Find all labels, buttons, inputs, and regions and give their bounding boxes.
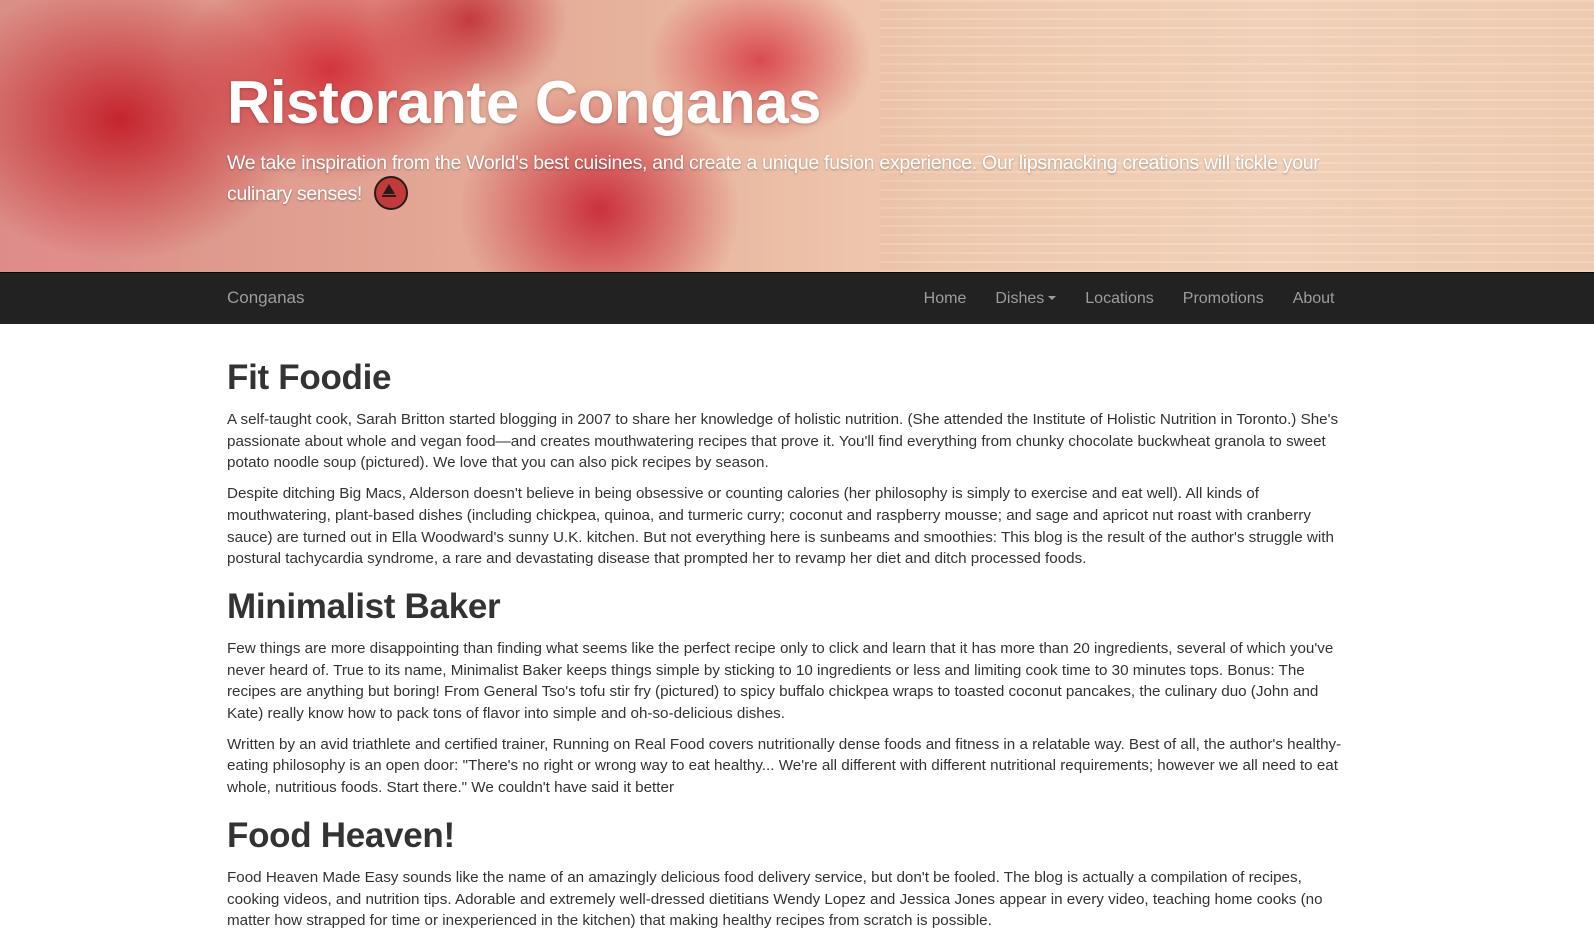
section-paragraph: Despite ditching Big Macs, Alderson does…	[227, 485, 1334, 568]
nav-item-home[interactable]: Home	[909, 290, 981, 308]
main-content: Fit Foodie A self-taught cook, Sarah Bri…	[227, 355, 1352, 946]
navbar-brand[interactable]: Conganas	[227, 288, 305, 308]
section-fit-foodie: Fit Foodie A self-taught cook, Sarah Bri…	[227, 355, 1352, 570]
hero-content: Ristorante Conganas We take inspiration …	[227, 64, 1357, 212]
section-paragraph: Written by an avid triathlete and certif…	[227, 735, 1342, 797]
section-heading: Food Heaven!	[227, 815, 455, 855]
nav-item-locations[interactable]: Locations	[1071, 290, 1169, 308]
nav-links: Home Dishes Locations Promotions About	[909, 273, 1349, 324]
main-navbar: Conganas Home Dishes Locations Promotion…	[0, 272, 1594, 324]
nav-item-about[interactable]: About	[1278, 290, 1349, 308]
restaurant-logo-icon	[374, 176, 409, 210]
section-heading: Minimalist Baker	[227, 586, 501, 626]
nav-item-dishes[interactable]: Dishes	[981, 290, 1071, 308]
hero-jumbotron: Ristorante Conganas We take inspiration …	[0, 0, 1594, 272]
site-title: Ristorante Conganas	[227, 69, 821, 136]
caret-down-icon	[1048, 296, 1057, 301]
section-food-heaven: Food Heaven! Food Heaven Made Easy sound…	[227, 813, 1352, 932]
nav-item-promotions[interactable]: Promotions	[1168, 290, 1278, 308]
section-minimalist-baker: Minimalist Baker Few things are more dis…	[227, 584, 1352, 799]
nav-item-dishes-label: Dishes	[995, 289, 1045, 307]
section-paragraph: A self-taught cook, Sarah Britton starte…	[227, 411, 1339, 472]
section-heading: Fit Foodie	[227, 358, 392, 397]
site-tagline: We take inspiration from the World's bes…	[227, 148, 1357, 212]
section-paragraph: Food Heaven Made Easy sounds like the na…	[227, 868, 1323, 930]
section-paragraph: Few things are more disappointing than f…	[227, 639, 1334, 723]
